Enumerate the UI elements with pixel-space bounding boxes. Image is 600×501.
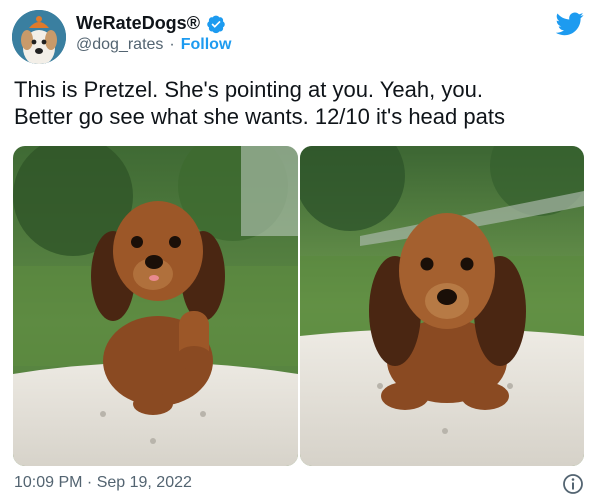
follow-button[interactable]: Follow: [181, 36, 232, 54]
info-icon[interactable]: [562, 473, 584, 495]
handle-row: @dog_rates · Follow: [76, 36, 231, 54]
tweet-text: This is Pretzel. She's pointing at you. …: [14, 76, 594, 130]
tweet-text-line: Better go see what she wants. 12/10 it's…: [14, 104, 505, 129]
verified-badge-icon: [206, 14, 226, 34]
tweet-card: WeRateDogs® @dog_rates · Follow This is …: [0, 0, 600, 501]
twitter-bird-icon[interactable]: [555, 12, 584, 36]
media-photo[interactable]: [13, 146, 298, 466]
handle[interactable]: @dog_rates: [76, 36, 163, 54]
separator-dot: ·: [169, 36, 175, 53]
tweet-timestamp[interactable]: 10:09 PM · Sep 19, 2022: [14, 474, 192, 492]
avatar[interactable]: [12, 10, 66, 64]
display-name[interactable]: WeRateDogs®: [76, 13, 200, 34]
media-photo[interactable]: [300, 146, 584, 466]
tweet-text-line: This is Pretzel. She's pointing at you. …: [14, 77, 483, 102]
name-row: WeRateDogs®: [76, 13, 226, 34]
